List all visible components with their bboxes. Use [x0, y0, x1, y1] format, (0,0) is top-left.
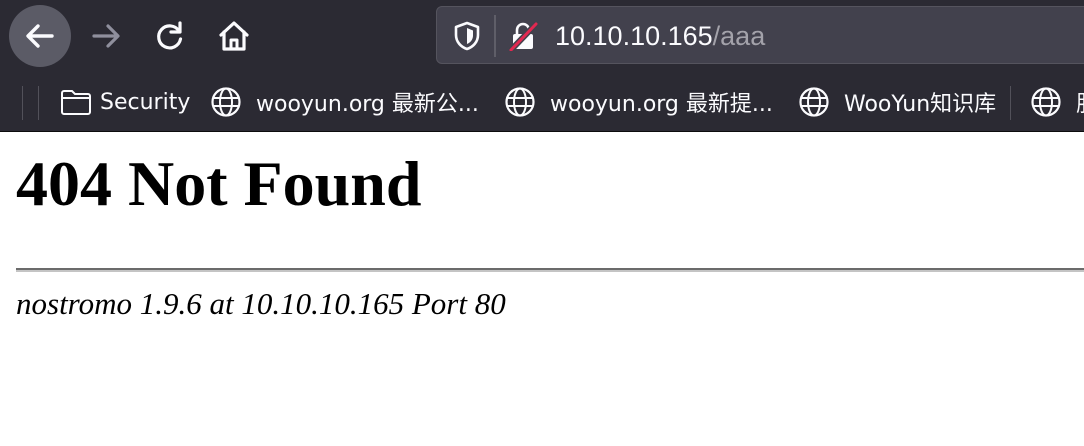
url-path: /aaa — [712, 21, 766, 51]
tracking-protection-shield-icon[interactable] — [453, 21, 481, 51]
bookmark-wooyun-public[interactable]: wooyun.org 最新公... — [210, 84, 479, 120]
bookmark-wooyun-submit[interactable]: wooyun.org 最新提... — [504, 84, 773, 120]
globe-icon — [211, 87, 241, 117]
page-title: 404 Not Found — [16, 148, 422, 219]
bookmark-label: wooyun.org 最新公... — [256, 92, 479, 117]
bookmark-label: WooYun知识库 — [844, 92, 997, 117]
bookmarks-separator — [22, 86, 23, 120]
arrow-left-icon — [26, 24, 54, 48]
url-text[interactable]: 10.10.10.165/aaa — [555, 20, 765, 52]
back-button[interactable] — [9, 5, 71, 67]
home-button[interactable] — [212, 14, 256, 58]
home-icon — [219, 21, 249, 51]
globe-icon — [799, 87, 829, 117]
insecure-lock-icon[interactable] — [508, 21, 538, 51]
bookmark-label: 服 — [1076, 86, 1084, 118]
forward-button[interactable] — [84, 14, 128, 58]
url-bar[interactable]: 10.10.10.165/aaa — [436, 6, 1084, 64]
bookmark-truncated[interactable]: 服 — [1030, 84, 1084, 120]
bookmark-folder-security[interactable]: Security — [60, 84, 190, 120]
bookmarks-separator — [1010, 86, 1011, 120]
reload-icon — [157, 21, 183, 50]
bookmark-label: wooyun.org 最新提... — [550, 92, 773, 117]
arrow-right-icon — [92, 24, 120, 48]
globe-icon — [505, 87, 535, 117]
bookmark-label: Security — [100, 89, 191, 115]
globe-icon — [1031, 87, 1061, 117]
url-bar-separator — [494, 15, 496, 57]
server-signature: nostromo 1.9.6 at 10.10.10.165 Port 80 — [16, 286, 506, 321]
bookmark-wooyun-knowledge[interactable]: WooYun知识库 — [798, 84, 996, 120]
browser-toolbar: 10.10.10.165/aaa — [0, 0, 1084, 72]
bookmarks-toolbar: Security wooyun.org 最新公... wooyun.org 最新… — [0, 72, 1084, 132]
horizontal-rule — [16, 268, 1084, 272]
url-host: 10.10.10.165 — [555, 21, 713, 51]
reload-button[interactable] — [148, 14, 192, 58]
bookmarks-separator — [38, 86, 39, 120]
folder-icon — [61, 90, 91, 115]
